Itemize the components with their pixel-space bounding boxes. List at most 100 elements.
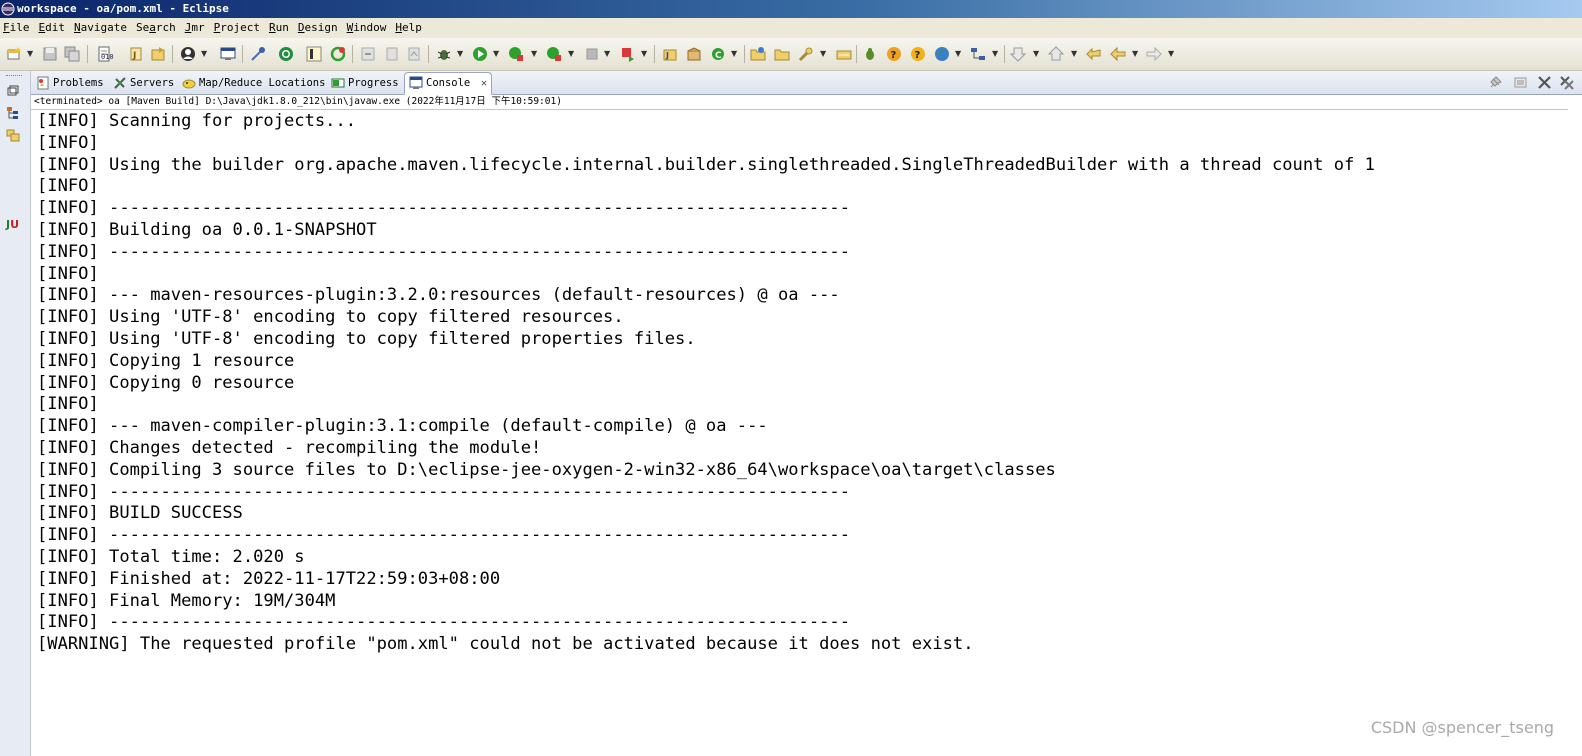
dropdown-arrow-icon[interactable]: ▼ — [992, 49, 998, 59]
dropdown-arrow-icon[interactable]: ▼ — [531, 49, 537, 59]
run-icon[interactable] — [472, 46, 488, 62]
tab-progress[interactable]: Progress — [331, 74, 401, 93]
debug-icon[interactable] — [436, 46, 452, 62]
toolbar-separator — [242, 45, 243, 63]
tab-map-reduce-locations[interactable]: Map/Reduce Locations — [182, 74, 327, 93]
console-line: [INFO] --- maven-compiler-plugin:3.1:com… — [37, 416, 768, 437]
dropdown-arrow-icon[interactable]: ▼ — [1033, 49, 1039, 59]
console-line: [INFO] ---------------------------------… — [37, 241, 851, 262]
map-reduce-icon — [182, 79, 196, 89]
toolbar-separator — [856, 45, 857, 63]
save-icon[interactable] — [42, 46, 58, 62]
last-edit-icon[interactable] — [1086, 46, 1102, 62]
dropdown-arrow-icon[interactable]: ▼ — [568, 49, 574, 59]
help-icon[interactable]: ? — [886, 46, 902, 62]
dropdown-arrow-icon[interactable]: ▼ — [27, 49, 33, 59]
step-icon[interactable] — [360, 46, 376, 62]
menu-search[interactable]: Search — [132, 18, 181, 38]
menu-project[interactable]: Project — [210, 18, 265, 38]
open-file-icon[interactable] — [774, 46, 790, 62]
mark-occurrences-icon[interactable] — [306, 46, 322, 62]
minimize-view-icon[interactable] — [1513, 75, 1528, 90]
menu-window[interactable]: Window — [343, 18, 392, 38]
step-back-icon[interactable] — [384, 46, 400, 62]
dropdown-arrow-icon[interactable]: ▼ — [201, 49, 207, 59]
menu-file[interactable]: File — [0, 18, 35, 38]
skip-breakpoints-icon[interactable] — [278, 46, 294, 62]
dropdown-arrow-icon[interactable]: ▼ — [1168, 49, 1174, 59]
dropdown-arrow-icon[interactable]: ▼ — [955, 49, 961, 59]
tab-console[interactable]: Console ✕ — [404, 72, 492, 95]
package-explorer-icon[interactable] — [6, 106, 20, 120]
new-java-project-icon[interactable]: J — [662, 46, 678, 62]
external-tools-icon[interactable] — [546, 46, 562, 62]
dropdown-arrow-icon[interactable]: ▼ — [1132, 49, 1138, 59]
info-icon[interactable]: ? — [910, 46, 926, 62]
toolbar-separator — [1004, 45, 1005, 63]
trim-grip[interactable] — [6, 75, 22, 78]
svg-text:J: J — [132, 51, 136, 61]
refresh-icon[interactable] — [330, 46, 346, 62]
terminate-icon[interactable] — [620, 46, 636, 62]
coverage-icon[interactable] — [508, 46, 524, 62]
dropdown-arrow-icon[interactable]: ▼ — [1071, 49, 1077, 59]
menu-help[interactable]: Help — [391, 18, 427, 38]
menu-run[interactable]: Run — [265, 18, 294, 38]
open-folder-icon[interactable] — [750, 46, 766, 62]
dropdown-arrow-icon[interactable]: ▼ — [457, 49, 463, 59]
step-return-icon[interactable] — [406, 46, 422, 62]
vertical-scrollbar[interactable] — [1568, 95, 1582, 756]
forward-icon[interactable] — [1146, 46, 1162, 62]
menu-jmr[interactable]: Jmr — [181, 18, 210, 38]
window-title-bar: workspace - oa/pom.xml - Eclipse — [0, 0, 1582, 18]
back-icon[interactable] — [1110, 46, 1126, 62]
console-output[interactable]: [INFO] Scanning for projects... [INFO] [IN… — [37, 111, 1567, 721]
new-wizard-icon[interactable] — [6, 46, 22, 62]
menu-navigate[interactable]: Navigate — [70, 18, 132, 38]
remove-all-launches-icon[interactable] — [1559, 75, 1574, 90]
menu-design[interactable]: Design — [294, 18, 343, 38]
restore-icon[interactable] — [6, 84, 20, 98]
tab-servers[interactable]: Servers — [113, 74, 175, 93]
watermark-text: CSDN @spencer_tseng — [1370, 718, 1554, 737]
menu-edit[interactable]: Edit — [35, 18, 71, 38]
dropdown-arrow-icon[interactable]: ▼ — [493, 49, 499, 59]
binary-icon[interactable]: 010 — [101, 46, 117, 62]
next-annotation-icon[interactable] — [1010, 46, 1026, 62]
dropdown-arrow-icon[interactable]: ▼ — [820, 49, 826, 59]
junit-icon[interactable]: JU — [6, 218, 19, 231]
user-icon[interactable] — [180, 46, 196, 62]
close-tab-icon[interactable]: ✕ — [481, 73, 487, 94]
bug-icon[interactable] — [862, 46, 878, 62]
tab-problems[interactable]: Problems — [36, 74, 110, 93]
toggle-breakpoint-icon[interactable] — [250, 46, 266, 62]
console-line: [INFO] — [37, 176, 99, 197]
hierarchy-icon[interactable] — [970, 46, 986, 62]
console-line: [INFO] Changes detected - recompiling th… — [37, 437, 542, 458]
dropdown-arrow-icon[interactable]: ▼ — [604, 49, 610, 59]
search-tool-icon[interactable] — [798, 46, 814, 62]
dropdown-arrow-icon[interactable]: ▼ — [731, 49, 737, 59]
console-icon[interactable] — [220, 46, 236, 62]
outline-icon[interactable] — [6, 128, 20, 142]
dropdown-arrow-icon[interactable]: ▼ — [641, 49, 647, 59]
open-task-icon[interactable] — [836, 46, 852, 62]
console-line: [INFO] ---------------------------------… — [37, 525, 851, 546]
console-line: [WARNING] The requested profile "pom.xml… — [37, 634, 974, 655]
new-package-icon[interactable] — [686, 46, 702, 62]
remove-launch-icon[interactable] — [1537, 75, 1552, 90]
progress-icon — [331, 78, 345, 88]
console-line: [INFO] Using 'UTF-8' encoding to copy fi… — [37, 328, 696, 349]
console-line: [INFO] — [37, 132, 99, 153]
open-resource-icon[interactable] — [150, 46, 166, 62]
console-line: [INFO] Total time: 2.020 s — [37, 546, 305, 567]
toolbar-separator — [87, 45, 88, 63]
new-class-icon[interactable]: C — [710, 46, 726, 62]
open-type-icon[interactable]: J — [128, 46, 144, 62]
save-all-icon[interactable] — [64, 46, 80, 62]
globe-icon[interactable] — [934, 46, 950, 62]
stop-icon[interactable] — [584, 46, 600, 62]
console-line: [INFO] ---------------------------------… — [37, 612, 851, 633]
prev-annotation-icon[interactable] — [1048, 46, 1064, 62]
pin-console-icon[interactable] — [1488, 75, 1503, 90]
